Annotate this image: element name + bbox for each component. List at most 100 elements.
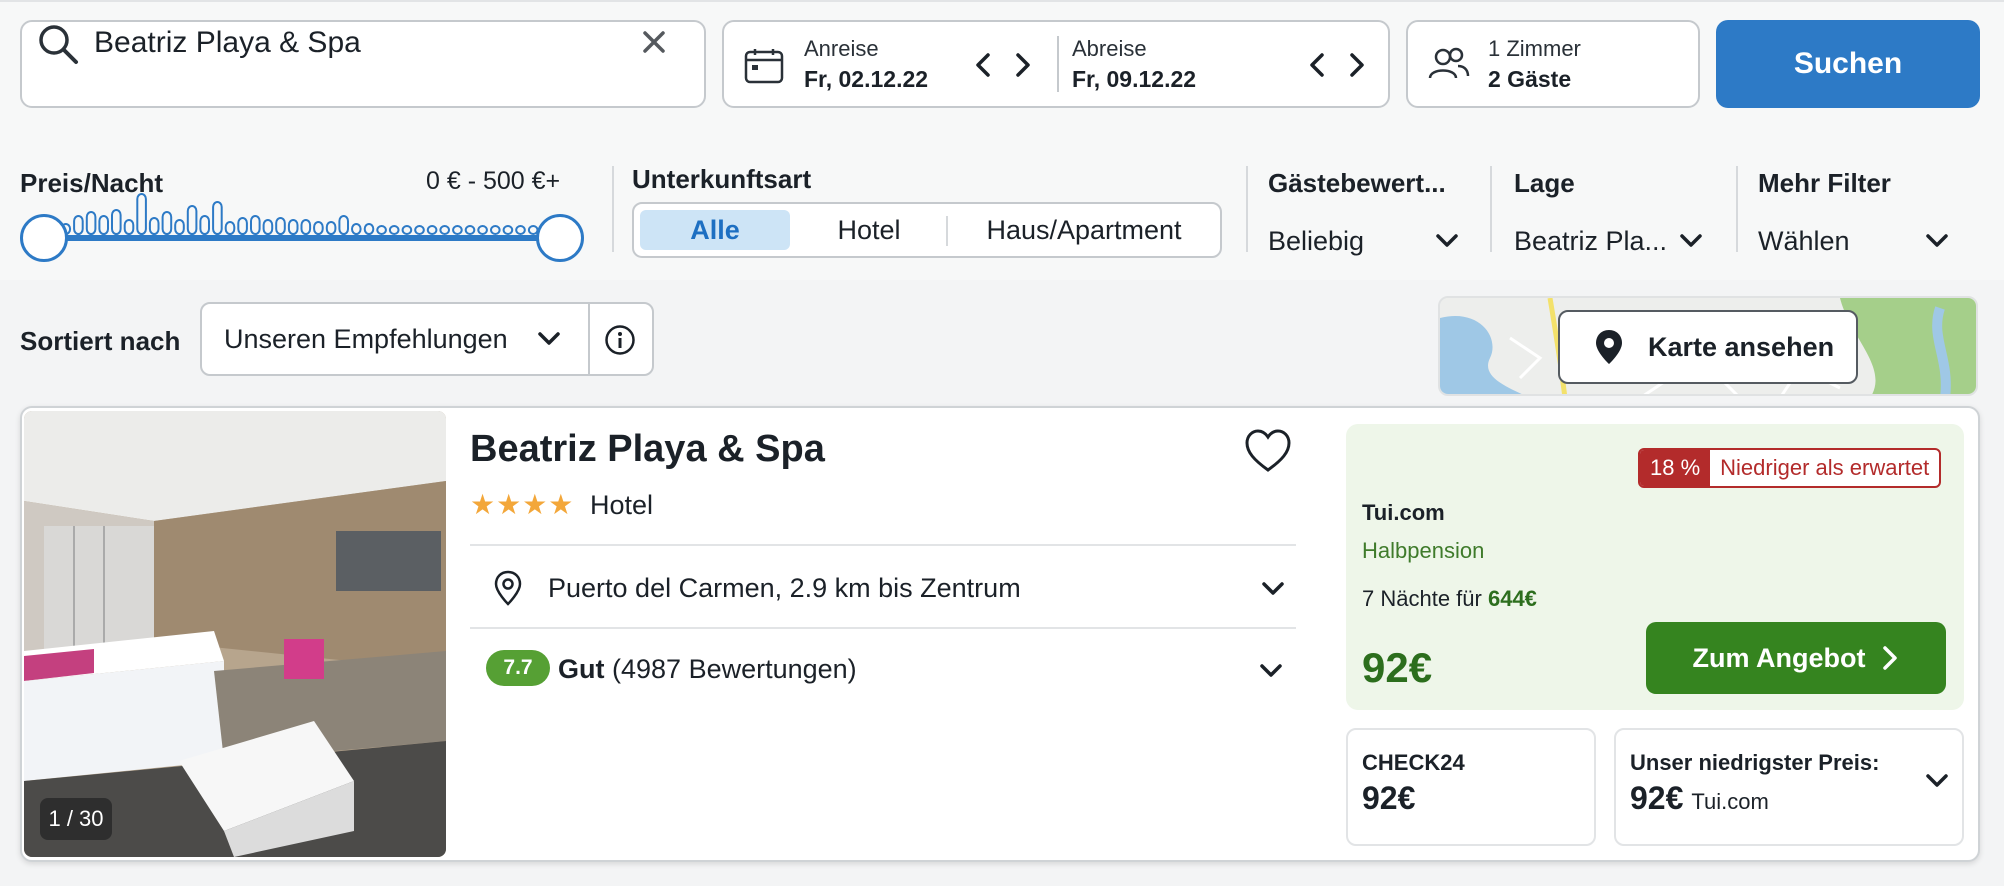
check24-price: 92€ — [1362, 780, 1416, 816]
lowest-price-row: 92€ Tui.com — [1630, 780, 1769, 817]
histogram-bar — [502, 225, 514, 235]
histogram-bar — [287, 219, 299, 235]
hotel-name[interactable]: Beatriz Playa & Spa — [470, 428, 825, 471]
lowest-price-provider: Tui.com — [1691, 789, 1769, 814]
info-icon[interactable] — [604, 324, 636, 356]
histogram-bar — [262, 219, 274, 235]
histogram-bar — [98, 215, 110, 235]
type-option-hotel[interactable]: Hotel — [794, 204, 944, 256]
histogram-bar — [464, 225, 476, 235]
offer-nights-total: 644€ — [1487, 586, 1537, 611]
chevron-right-icon — [1883, 646, 1898, 670]
filter-divider — [1736, 166, 1738, 252]
checkin-label: Anreise — [804, 36, 879, 61]
to-offer-label: Zum Angebot — [1692, 642, 1866, 673]
location-filter-label: Lage — [1514, 168, 1575, 198]
divider — [470, 627, 1296, 629]
histogram-bar — [275, 217, 286, 235]
checkout-value[interactable]: Fr, 09.12.22 — [1072, 66, 1196, 93]
rating-filter-value[interactable]: Beliebig — [1268, 226, 1364, 257]
histogram-bar — [161, 211, 173, 235]
histogram-bar — [338, 215, 349, 235]
sort-divider — [588, 304, 590, 374]
photo-counter: 1 / 30 — [40, 798, 112, 840]
offer-nights: 7 Nächte für 644€ — [1362, 586, 1537, 612]
checkin-value[interactable]: Fr, 02.12.22 — [804, 66, 928, 93]
price-slider-track[interactable] — [42, 235, 560, 241]
hotel-location: Puerto del Carmen, 2.9 km bis Zentrum — [548, 573, 1021, 603]
chevron-down-icon[interactable] — [1258, 656, 1284, 686]
chevron-down-icon[interactable] — [1260, 574, 1286, 604]
check24-label: CHECK24 — [1362, 750, 1465, 775]
type-filter-label: Unterkunftsart — [632, 164, 812, 194]
histogram-bar — [123, 219, 135, 235]
histogram-bar — [237, 217, 248, 235]
search-query[interactable]: Beatriz Playa & Spa — [94, 26, 361, 60]
more-filters-value[interactable]: Wählen — [1758, 226, 1850, 257]
rating-count: (4987 Bewertungen) — [612, 654, 857, 684]
lowest-price-label: Unser niedrigster Preis: — [1630, 750, 1880, 775]
calendar-icon — [744, 49, 784, 84]
rating-word: Gut — [558, 654, 605, 684]
search-button[interactable]: Suchen — [1716, 20, 1980, 108]
checkout-prev-icon[interactable] — [1304, 50, 1330, 80]
checkout-next-icon[interactable] — [1344, 50, 1370, 80]
histogram-bar — [174, 219, 185, 235]
histogram-bar — [414, 225, 425, 235]
offer-nights-text: 7 Nächte für — [1362, 586, 1482, 611]
chevron-down-icon[interactable] — [1924, 226, 1950, 256]
offer-price: 92€ — [1362, 644, 1433, 691]
histogram-bar — [111, 209, 122, 235]
histogram-bar — [73, 215, 84, 235]
checkin-next-icon[interactable] — [1010, 50, 1036, 80]
price-max-handle[interactable] — [536, 214, 584, 262]
chevron-down-icon[interactable] — [1924, 766, 1950, 796]
divider — [470, 544, 1296, 546]
chevron-down-icon[interactable] — [1434, 226, 1460, 256]
rating-summary: Gut (4987 Bewertungen) — [558, 654, 857, 685]
heart-icon[interactable] — [1244, 428, 1292, 474]
location-pin-icon — [494, 570, 522, 606]
date-picker[interactable] — [722, 20, 1390, 108]
offer-provider: Tui.com — [1362, 500, 1445, 525]
date-divider — [1057, 36, 1059, 92]
histogram-bar — [325, 221, 337, 235]
histogram-bar — [250, 215, 261, 235]
histogram-bar — [212, 201, 223, 235]
hotel-room-image — [24, 411, 446, 857]
clear-icon[interactable] — [640, 28, 668, 56]
sort-value[interactable]: Unseren Empfehlungen — [224, 324, 508, 355]
lowest-price: 92€ — [1630, 780, 1684, 816]
guests-icon — [1428, 47, 1470, 79]
chevron-down-icon[interactable] — [536, 324, 562, 354]
histogram-bar — [363, 223, 375, 235]
histogram-bar — [477, 225, 488, 235]
histogram-bar — [426, 225, 438, 235]
deal-badge: 18 % Niedriger als erwartet — [1638, 448, 1942, 488]
location-filter-value[interactable]: Beatriz Pla... — [1514, 226, 1667, 257]
checkout-label: Abreise — [1072, 36, 1147, 61]
checkin-prev-icon[interactable] — [970, 50, 996, 80]
rating-score-badge: 7.7 — [486, 650, 550, 686]
histogram-bar — [515, 225, 526, 235]
search-icon — [39, 25, 78, 64]
chevron-down-icon[interactable] — [1678, 226, 1704, 256]
price-min-handle[interactable] — [20, 214, 68, 262]
guests-value: 2 Gäste — [1488, 66, 1572, 92]
price-histogram — [60, 193, 539, 235]
type-option-apartment[interactable]: Haus/Apartment — [948, 204, 1220, 256]
hotel-photo[interactable] — [24, 411, 446, 857]
histogram-bar — [376, 225, 387, 235]
hotel-type: Hotel — [590, 490, 654, 520]
more-filters-label: Mehr Filter — [1758, 168, 1891, 198]
to-offer-button[interactable]: Zum Angebot — [1646, 622, 1946, 694]
star-rating: ★★★★ — [470, 489, 575, 520]
type-option-all[interactable]: Alle — [640, 210, 790, 250]
rating-filter-label: Gästebewert... — [1268, 168, 1446, 198]
filter-divider — [612, 166, 614, 252]
histogram-bar — [136, 193, 147, 235]
histogram-bar — [439, 225, 450, 235]
histogram-bar — [186, 205, 198, 235]
histogram-bar — [490, 225, 501, 235]
histogram-bar — [148, 217, 160, 235]
